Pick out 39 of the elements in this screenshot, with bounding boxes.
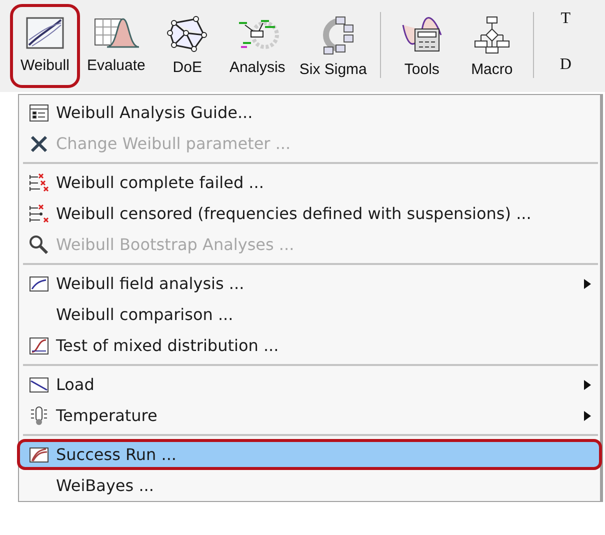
censored-list-icon — [28, 202, 50, 224]
menu-item-label: Weibull censored (frequencies defined with suspensions) ... — [56, 204, 532, 223]
menu-item[interactable]: Test of mixed distribution ... — [17, 330, 602, 361]
menu-item[interactable]: WeiBayes ... — [17, 470, 602, 501]
toolbar-button[interactable]: Analysis — [222, 4, 292, 88]
toolbar-button[interactable]: Evaluate — [80, 4, 152, 88]
menu-item-label: Change Weibull parameter ... — [56, 134, 292, 153]
menu-item[interactable]: Weibull comparison ... — [17, 299, 602, 330]
menu-item-label: Load — [56, 375, 96, 394]
toolbar-button[interactable]: DoE — [152, 4, 222, 88]
menu-item-label: Weibull Analysis Guide... — [56, 103, 254, 122]
menu-item-label: Success Run ... — [56, 445, 178, 464]
menu-item-label: Weibull complete failed ... — [56, 173, 265, 192]
search-icon — [28, 234, 50, 256]
toolbar-button[interactable]: Six Sigma — [292, 4, 374, 88]
weibull-plot-icon — [24, 15, 66, 51]
toolbar-label[interactable]: D — [560, 56, 572, 74]
menu-item[interactable]: Weibull complete failed ... — [17, 167, 602, 198]
cube-network-icon — [166, 15, 208, 53]
menu-item-label: Weibull Bootstrap Analyses ... — [56, 235, 296, 254]
thermometer-icon — [28, 404, 50, 426]
toolbar-button[interactable]: Tools — [386, 4, 457, 88]
failure-list-icon — [28, 172, 50, 194]
s-curve-chart-icon — [28, 334, 50, 356]
menu-item[interactable]: Success Run ... — [17, 439, 602, 470]
menu-item[interactable]: Weibull field analysis ... — [17, 268, 602, 299]
window-list-icon — [28, 102, 50, 124]
toolbar-glyph: T — [560, 10, 571, 28]
menu-item[interactable]: Weibull censored (frequencies defined with suspensions) ... — [17, 198, 602, 229]
menu-item[interactable]: Temperature — [17, 400, 602, 431]
menu-item[interactable]: Weibull Analysis Guide... — [17, 97, 602, 128]
menu-item-label: Test of mixed distribution ... — [56, 336, 280, 355]
menu-item-label: Temperature — [56, 406, 158, 425]
menu-item[interactable]: Load — [17, 369, 602, 400]
toolbar-button[interactable]: Macro — [456, 4, 527, 88]
toolbar-button[interactable]: Weibull — [10, 4, 80, 88]
menu-item-label: Weibull field analysis ... — [56, 274, 246, 293]
menu-item-label: WeiBayes ... — [56, 476, 155, 495]
menu-item-label: Weibull comparison ... — [56, 305, 234, 324]
